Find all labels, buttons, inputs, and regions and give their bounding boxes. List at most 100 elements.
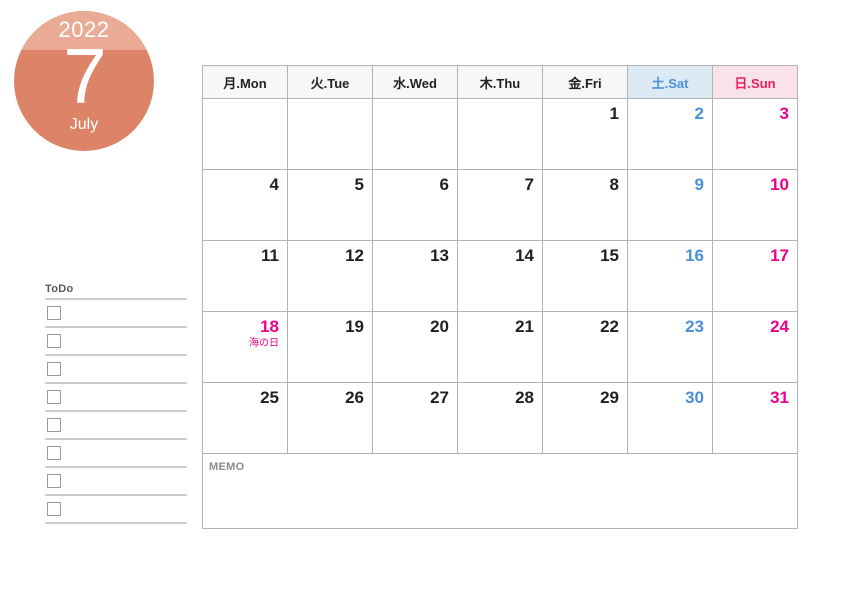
day-cell-empty[interactable] [287,98,373,170]
day-holiday-note: 海の日 [249,338,279,349]
day-cell-13[interactable]: 13 [372,240,458,312]
todo-row[interactable] [45,384,187,412]
todo-row-list [45,300,187,524]
todo-checkbox-icon[interactable] [47,362,61,376]
day-number: 18 [260,317,279,336]
todo-checkbox-icon[interactable] [47,502,61,516]
month-number-label: 7 [63,32,106,120]
month-name-label: July [69,116,99,133]
day-number: 4 [269,175,279,194]
day-cell-18[interactable]: 18 海の日 [202,311,288,383]
day-number: 8 [609,175,619,194]
todo-checkbox-icon[interactable] [47,418,61,432]
day-number: 22 [600,317,619,336]
day-cell-14[interactable]: 14 [457,240,543,312]
todo-checkbox-icon[interactable] [47,334,61,348]
todo-panel: ToDo [45,282,187,524]
day-number: 31 [770,388,789,407]
day-number: 2 [694,104,704,123]
day-cell-15[interactable]: 15 [542,240,628,312]
day-number: 30 [685,388,704,407]
day-number: 28 [515,388,534,407]
weekday-header-weekday-1: 火.Tue [287,65,373,99]
day-cell-1[interactable]: 1 [542,98,628,170]
day-cell-23[interactable]: 23 [627,311,713,383]
day-cell-25[interactable]: 25 [202,382,288,454]
day-cell-10[interactable]: 10 [712,169,798,241]
weekday-header-weekday-2: 水.Wed [372,65,458,99]
day-number: 29 [600,388,619,407]
day-cell-31[interactable]: 31 [712,382,798,454]
calendar-week-row: 4 5 6 7 8 9 10 [202,169,798,241]
todo-row[interactable] [45,412,187,440]
day-cell-24[interactable]: 24 [712,311,798,383]
day-number: 19 [345,317,364,336]
day-cell-12[interactable]: 12 [287,240,373,312]
memo-label: MEMO [209,461,245,473]
day-cell-21[interactable]: 21 [457,311,543,383]
day-cell-27[interactable]: 27 [372,382,458,454]
todo-row[interactable] [45,440,187,468]
day-number: 14 [515,246,534,265]
todo-row-divider [45,522,187,524]
day-cell-28[interactable]: 28 [457,382,543,454]
todo-row[interactable] [45,468,187,496]
day-cell-5[interactable]: 5 [287,169,373,241]
calendar-week-row: 11 12 13 14 15 16 17 [202,240,798,312]
todo-row[interactable] [45,356,187,384]
todo-checkbox-icon[interactable] [47,390,61,404]
todo-checkbox-icon[interactable] [47,306,61,320]
todo-checkbox-icon[interactable] [47,474,61,488]
day-number: 3 [779,104,789,123]
day-cell-7[interactable]: 7 [457,169,543,241]
day-number: 12 [345,246,364,265]
day-number: 23 [685,317,704,336]
day-number: 13 [430,246,449,265]
day-number: 25 [260,388,279,407]
weekday-header-sunday-6: 日.Sun [712,65,798,99]
day-number: 5 [354,175,364,194]
todo-checkbox-icon[interactable] [47,446,61,460]
day-cell-6[interactable]: 6 [372,169,458,241]
day-cell-2[interactable]: 2 [627,98,713,170]
day-cell-16[interactable]: 16 [627,240,713,312]
day-number [458,99,542,104]
day-number: 10 [770,175,789,194]
day-cell-4[interactable]: 4 [202,169,288,241]
day-number: 26 [345,388,364,407]
day-number: 20 [430,317,449,336]
day-cell-9[interactable]: 9 [627,169,713,241]
day-cell-empty[interactable] [457,98,543,170]
weekday-header-weekday-0: 月.Mon [202,65,288,99]
todo-row[interactable] [45,328,187,356]
memo-cell[interactable]: MEMO [202,453,798,529]
day-number: 7 [524,175,534,194]
weekday-header-saturday-5: 土.Sat [627,65,713,99]
day-cell-11[interactable]: 11 [202,240,288,312]
day-cell-29[interactable]: 29 [542,382,628,454]
day-number: 15 [600,246,619,265]
todo-title: ToDo [45,283,74,295]
day-number: 24 [770,317,789,336]
day-cell-empty[interactable] [202,98,288,170]
weekday-header-weekday-3: 木.Thu [457,65,543,99]
day-number: 16 [685,246,704,265]
todo-row[interactable] [45,496,187,524]
day-cell-empty[interactable] [372,98,458,170]
day-cell-30[interactable]: 30 [627,382,713,454]
todo-row[interactable] [45,300,187,328]
day-number [288,99,372,104]
day-cell-19[interactable]: 19 [287,311,373,383]
day-number: 1 [609,104,619,123]
day-cell-8[interactable]: 8 [542,169,628,241]
day-cell-20[interactable]: 20 [372,311,458,383]
day-cell-26[interactable]: 26 [287,382,373,454]
day-cell-22[interactable]: 22 [542,311,628,383]
day-number [373,99,457,104]
day-cell-3[interactable]: 3 [712,98,798,170]
day-cell-17[interactable]: 17 [712,240,798,312]
weekday-header-row: 月.Mon 火.Tue 水.Wed 木.Thu 金.Fri 土.Sat 日.Sun [202,65,798,99]
month-badge: 2022 7 July [14,11,154,151]
day-number [203,99,287,104]
day-number: 17 [770,246,789,265]
